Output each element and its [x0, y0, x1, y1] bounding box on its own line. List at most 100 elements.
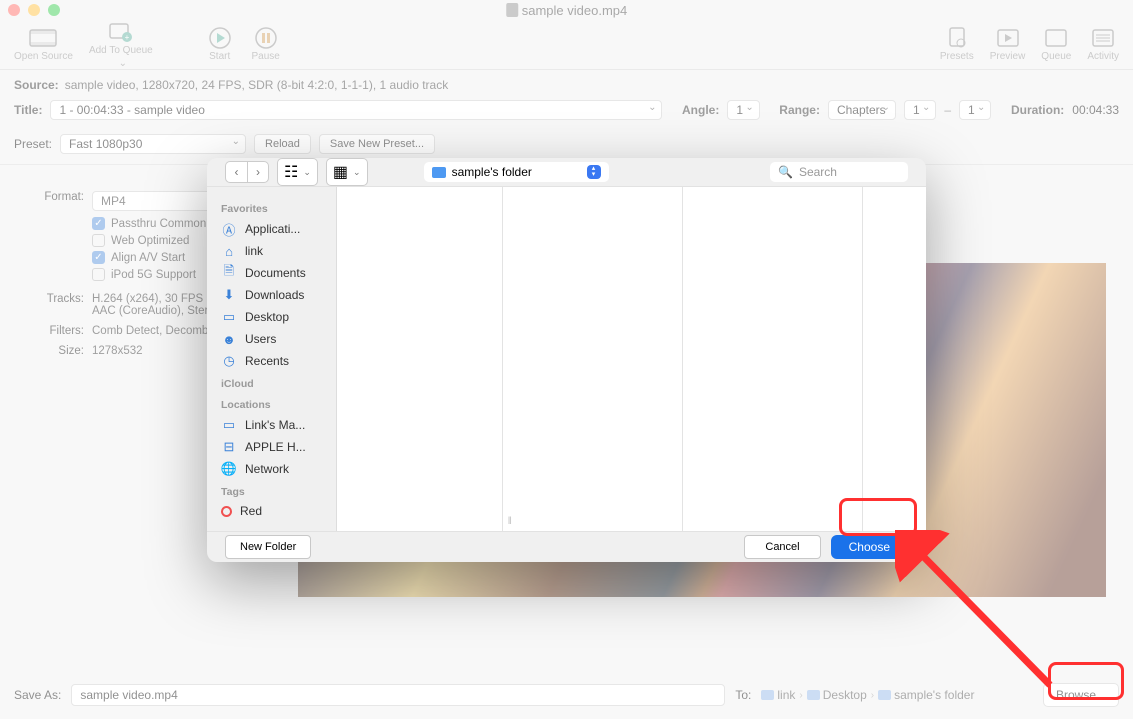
- preview-button[interactable]: Preview: [982, 27, 1034, 62]
- duration-value: 00:04:33: [1072, 103, 1119, 117]
- choose-button[interactable]: Choose: [831, 535, 908, 559]
- sidebar-item-mac[interactable]: ▭Link's Ma...: [213, 414, 330, 436]
- open-source-button[interactable]: Open Source: [6, 21, 81, 69]
- nav-history[interactable]: ‹ ›: [225, 161, 269, 183]
- checkbox-passthru[interactable]: ✓: [92, 217, 105, 230]
- checkbox-align[interactable]: ✓: [92, 251, 105, 264]
- grid-icon: ▦: [333, 162, 348, 182]
- saveas-label: Save As:: [14, 688, 61, 702]
- chevron-down-icon: ⌄: [303, 167, 311, 178]
- path-popup[interactable]: sample's folder ▴▾: [424, 162, 609, 182]
- presets-button[interactable]: Presets: [932, 27, 982, 62]
- queue-button[interactable]: Queue: [1033, 27, 1079, 62]
- filmstrip-icon: [28, 27, 58, 49]
- range-label: Range:: [779, 103, 820, 117]
- search-input[interactable]: 🔍 Search: [770, 162, 908, 182]
- window-controls[interactable]: [8, 4, 60, 16]
- duration-label: Duration:: [1011, 103, 1064, 117]
- tracks-label: Tracks:: [38, 293, 84, 305]
- clock-icon: ◷: [221, 353, 237, 369]
- desktop-icon: ▭: [221, 309, 237, 325]
- stepper-icon: ▴▾: [587, 165, 601, 179]
- sidebar-item-downloads[interactable]: ⬇Downloads: [213, 284, 330, 306]
- activity-button[interactable]: Activity: [1079, 27, 1127, 62]
- window-title-text: sample video.mp4: [522, 3, 628, 18]
- play-icon: [205, 27, 235, 49]
- reload-button[interactable]: Reload: [254, 134, 311, 154]
- to-label: To:: [735, 688, 751, 702]
- view-grid-button[interactable]: ▦⌄: [326, 158, 368, 186]
- document-icon: [506, 3, 518, 17]
- range-mode-select[interactable]: Chapters: [828, 100, 896, 120]
- browse-button[interactable]: Browse...: [1043, 683, 1119, 707]
- finder-sidebar: Favorites ⒶApplicati... ⌂link 🗎Documents…: [207, 187, 337, 531]
- title-label: Title:: [14, 103, 42, 117]
- folder-icon: [807, 690, 820, 700]
- sidebar-item-desktop[interactable]: ▭Desktop: [213, 306, 330, 328]
- sidebar-tag-red[interactable]: Red: [213, 501, 330, 521]
- preset-label: Preset:: [14, 137, 52, 151]
- browser-column[interactable]: [697, 187, 863, 531]
- folder-icon: [432, 167, 446, 178]
- column-browser[interactable]: ‖: [337, 187, 926, 531]
- disk-icon: ⊟: [221, 439, 237, 455]
- range-from-select[interactable]: 1: [904, 100, 936, 120]
- saveas-input[interactable]: [71, 684, 725, 706]
- folder-icon: [878, 690, 891, 700]
- laptop-icon: ▭: [221, 417, 237, 433]
- minimize-icon[interactable]: [28, 4, 40, 16]
- browser-column[interactable]: [517, 187, 683, 531]
- preview-icon: [993, 27, 1023, 49]
- column-resize-handle[interactable]: [683, 187, 697, 531]
- document-icon: 🗎: [221, 265, 237, 281]
- queue-icon: [1041, 27, 1071, 49]
- chevron-down-icon: ⌄: [353, 167, 361, 178]
- source-label: Source:: [14, 78, 59, 92]
- file-picker-sheet: ‹ › ☷⌄ ▦⌄ sample's folder ▴▾ 🔍 Search Fa…: [207, 158, 926, 562]
- users-icon: ☻: [221, 331, 237, 347]
- start-button[interactable]: Start: [197, 27, 243, 62]
- sidebar-item-documents[interactable]: 🗎Documents: [213, 262, 330, 284]
- checkbox-web[interactable]: [92, 234, 105, 247]
- add-queue-button[interactable]: + Add To Queue⌄: [81, 21, 161, 69]
- tag-icon: [221, 506, 232, 517]
- checkbox-ipod[interactable]: [92, 268, 105, 281]
- save-preset-button[interactable]: Save New Preset...: [319, 134, 435, 154]
- filters-label: Filters:: [38, 325, 84, 337]
- browser-column[interactable]: [877, 187, 926, 531]
- columns-icon: ☷: [284, 162, 298, 182]
- column-resize-handle[interactable]: [863, 187, 877, 531]
- search-icon: 🔍: [778, 165, 793, 179]
- preset-select[interactable]: Fast 1080p30: [60, 134, 246, 154]
- close-icon[interactable]: [8, 4, 20, 16]
- angle-select[interactable]: 1: [727, 100, 759, 120]
- sidebar-item-recents[interactable]: ◷Recents: [213, 350, 330, 372]
- download-icon: ⬇: [221, 287, 237, 303]
- pause-icon: [251, 27, 281, 49]
- add-icon: +: [106, 21, 136, 43]
- breadcrumb[interactable]: link› Desktop› sample's folder: [761, 688, 974, 702]
- format-label: Format:: [38, 191, 84, 203]
- back-button[interactable]: ‹: [225, 161, 247, 183]
- sidebar-item-applications[interactable]: ⒶApplicati...: [213, 218, 330, 240]
- maximize-icon[interactable]: [48, 4, 60, 16]
- new-folder-button[interactable]: New Folder: [225, 535, 311, 559]
- sidebar-item-network[interactable]: 🌐Network: [213, 458, 330, 480]
- browser-column[interactable]: [337, 187, 503, 531]
- title-select[interactable]: 1 - 00:04:33 - sample video: [50, 100, 662, 120]
- sidebar-item-hdd[interactable]: ⊟APPLE H...: [213, 436, 330, 458]
- range-to-select[interactable]: 1: [959, 100, 991, 120]
- globe-icon: 🌐: [221, 461, 237, 477]
- view-columns-button[interactable]: ☷⌄: [277, 158, 318, 186]
- sidebar-item-link[interactable]: ⌂link: [213, 240, 330, 262]
- format-select[interactable]: MP4: [92, 191, 220, 211]
- cancel-button[interactable]: Cancel: [744, 535, 820, 559]
- forward-button[interactable]: ›: [247, 161, 269, 183]
- svg-text:+: +: [124, 33, 129, 42]
- size-label: Size:: [38, 345, 84, 357]
- source-value: sample video, 1280x720, 24 FPS, SDR (8-b…: [65, 78, 449, 92]
- pause-button[interactable]: Pause: [243, 27, 289, 62]
- column-resize-handle[interactable]: ‖: [503, 187, 517, 531]
- sidebar-item-users[interactable]: ☻Users: [213, 328, 330, 350]
- folder-icon: [761, 690, 774, 700]
